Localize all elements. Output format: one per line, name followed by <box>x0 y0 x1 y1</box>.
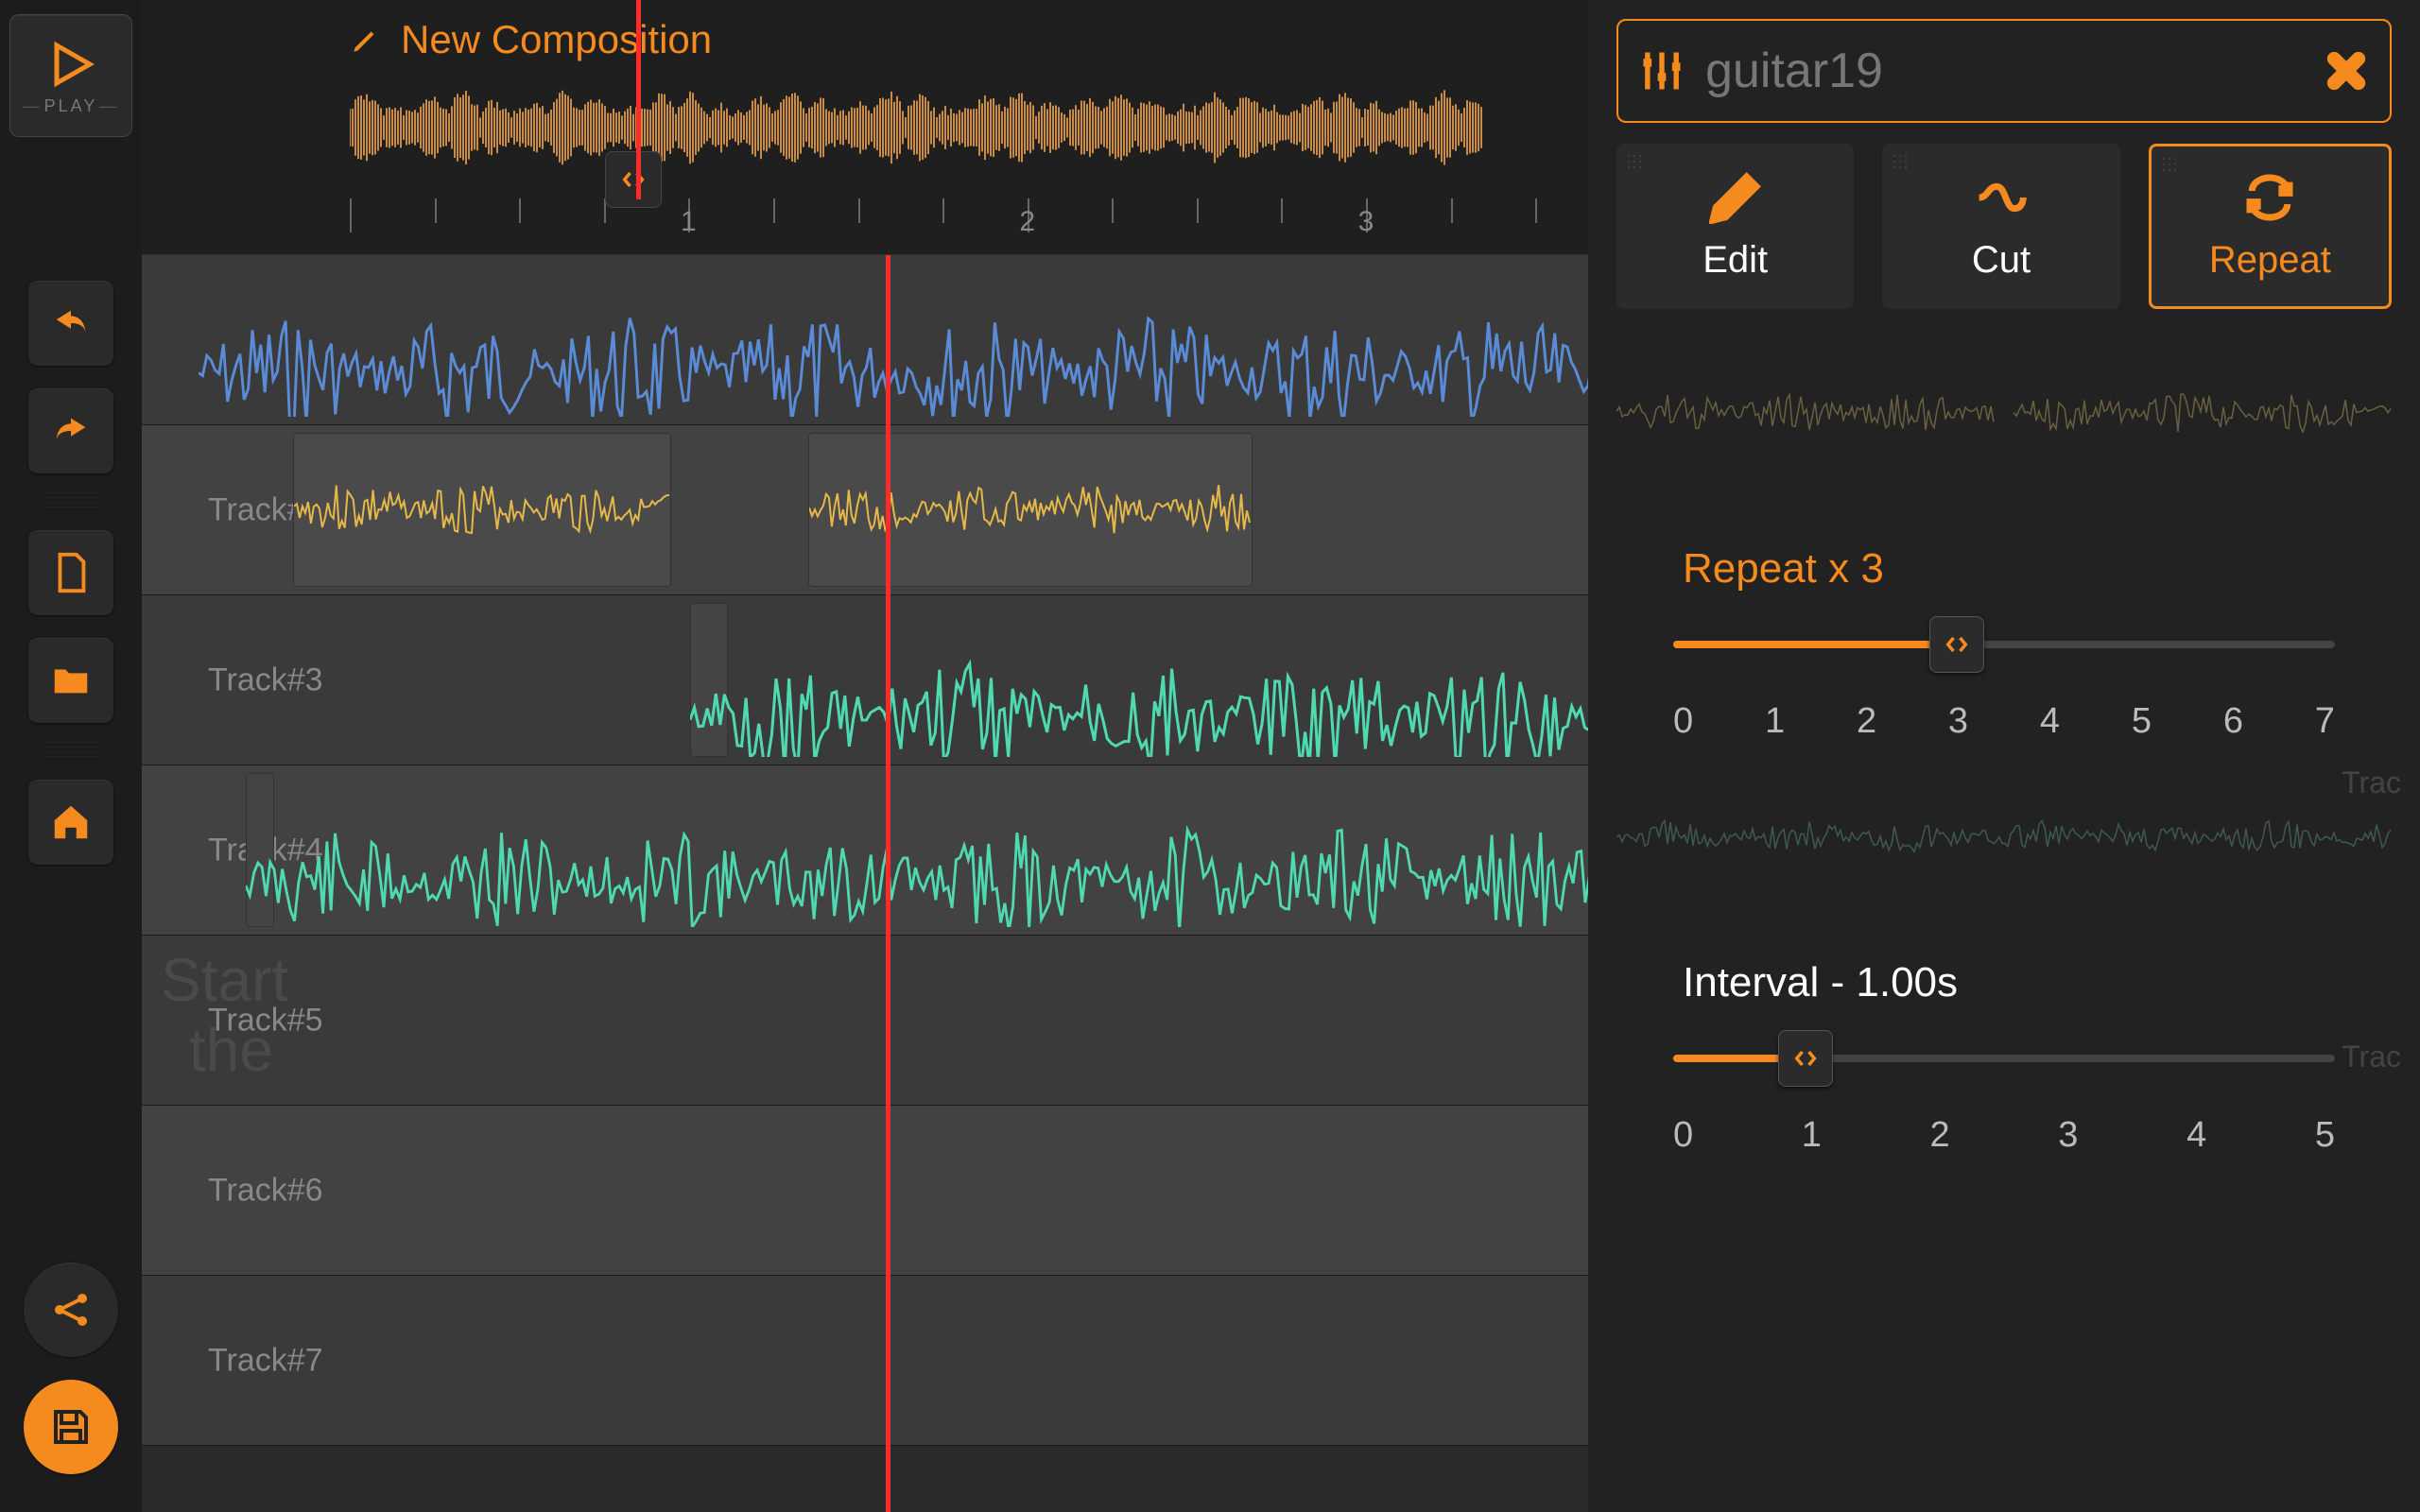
slider-ticks: 012345 <box>1673 1115 2335 1156</box>
composition-title[interactable]: New Composition <box>350 17 712 62</box>
pencil-icon <box>350 24 382 56</box>
rail-divider <box>43 492 99 511</box>
minimap-playhead[interactable] <box>605 151 662 208</box>
track-label: Track#6 <box>208 1172 323 1209</box>
interval-slider[interactable] <box>1673 1030 2335 1087</box>
play-icon <box>43 36 99 93</box>
cut-tab-label: Cut <box>1972 239 2031 282</box>
repeat-preview <box>1616 356 2392 470</box>
play-button[interactable]: PLAY <box>9 14 132 137</box>
left-toolbar: PLAY <box>0 0 142 1512</box>
repeat-tab[interactable]: Repeat <box>2149 144 2392 309</box>
play-label: PLAY <box>21 96 122 116</box>
open-folder-button[interactable] <box>28 638 113 723</box>
seek-icon <box>1944 631 1970 658</box>
seek-icon <box>1792 1045 1819 1072</box>
repeat-slider[interactable] <box>1673 616 2335 673</box>
grip-icon <box>1626 153 1645 172</box>
home-button[interactable] <box>28 780 113 865</box>
slider-fill <box>1673 641 1957 648</box>
interval-preview <box>1616 789 2392 884</box>
interval-label: Interval - 1.00s <box>1673 959 2335 1006</box>
slider-thumb[interactable] <box>1929 616 1984 673</box>
repeat-tab-label: Repeat <box>2209 239 2331 282</box>
pencil-icon <box>1709 171 1762 224</box>
clip-name[interactable]: guitar19 <box>1705 43 2303 99</box>
share-icon <box>48 1287 94 1332</box>
redo-icon <box>49 409 93 453</box>
audio-clip[interactable] <box>293 433 671 587</box>
slider-ticks: 01234567 <box>1673 701 2335 742</box>
ghost-track-label: Trac <box>2342 765 2401 800</box>
grip-icon <box>1892 153 1910 172</box>
cut-icon <box>1975 171 2028 224</box>
save-button[interactable] <box>24 1380 118 1474</box>
panel-action-row: Edit Cut Repeat <box>1616 144 2392 309</box>
seek-icon <box>620 166 647 193</box>
file-icon <box>49 551 93 594</box>
edit-tab[interactable]: Edit <box>1616 144 1854 309</box>
minimap-playhead-line <box>636 0 641 199</box>
panel-header: guitar19 <box>1616 19 2392 123</box>
clip-editor-panel: guitar19 Edit Cut Repeat <box>1588 0 2420 1512</box>
new-file-button[interactable] <box>28 530 113 615</box>
edit-tab-label: Edit <box>1703 239 1768 282</box>
folder-icon <box>49 659 93 702</box>
playhead[interactable] <box>886 255 890 1512</box>
repeat-section: Repeat x 3 01234567 <box>1616 545 2392 742</box>
grip-icon <box>2161 156 2180 175</box>
track-label: Track#7 <box>208 1342 323 1379</box>
save-icon <box>48 1404 94 1450</box>
track-label: Track#3 <box>208 662 323 698</box>
ghost-track-label: Trac <box>2342 1040 2401 1074</box>
redo-button[interactable] <box>28 388 113 473</box>
home-icon <box>49 800 93 844</box>
cut-tab[interactable]: Cut <box>1882 144 2119 309</box>
eq-icon[interactable] <box>1637 46 1686 95</box>
slider-thumb[interactable] <box>1778 1030 1833 1087</box>
composition-title-text: New Composition <box>401 17 712 62</box>
undo-button[interactable] <box>28 281 113 366</box>
onboarding-hint: Start the <box>161 945 288 1085</box>
share-button[interactable] <box>24 1263 118 1357</box>
close-icon <box>2325 50 2367 92</box>
repeat-label: Repeat x 3 <box>1673 545 2335 593</box>
audio-clip[interactable] <box>808 433 1253 587</box>
undo-icon <box>49 301 93 345</box>
repeat-icon <box>2243 171 2296 224</box>
interval-section: Interval - 1.00s 012345 <box>1616 959 2392 1156</box>
master-waveform[interactable] <box>350 66 1484 189</box>
rail-divider <box>43 742 99 761</box>
close-button[interactable] <box>2322 46 2371 95</box>
